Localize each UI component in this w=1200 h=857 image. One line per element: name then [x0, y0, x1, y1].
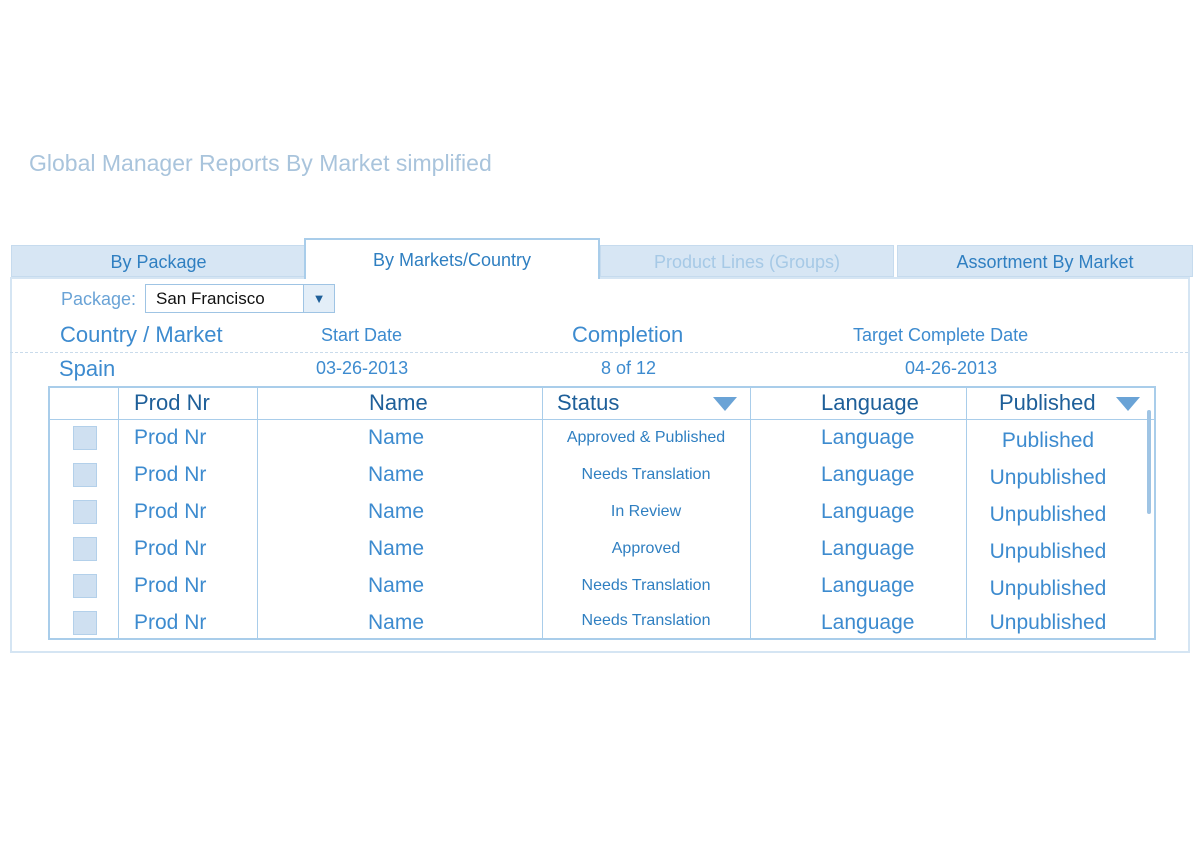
prod-nr-cell: Prod Nr	[134, 574, 207, 597]
column-header-status[interactable]: Status	[557, 390, 619, 416]
chevron-down-icon[interactable]: ▼	[303, 285, 334, 312]
column-header-name[interactable]: Name	[369, 390, 428, 416]
published-cell: Unpublished	[989, 540, 1107, 563]
table-row: Prod Nr Name Needs Translation Language …	[50, 462, 1154, 499]
tab-product-lines[interactable]: Product Lines (Groups)	[600, 245, 894, 277]
published-cell: Unpublished	[989, 611, 1107, 634]
products-table: Prod Nr Name Status Language Published P…	[48, 386, 1156, 640]
target-date-value: 04-26-2013	[905, 358, 998, 378]
prod-nr-cell: Prod Nr	[134, 426, 207, 449]
column-header-language[interactable]: Language	[821, 390, 919, 416]
tab-assortment-by-market[interactable]: Assortment By Market	[897, 245, 1193, 277]
row-checkbox[interactable]	[73, 611, 97, 635]
published-cell: Published	[1001, 429, 1095, 452]
completion-header: Completion	[572, 322, 684, 347]
published-cell: Unpublished	[989, 503, 1107, 526]
status-filter-icon[interactable]	[713, 397, 737, 411]
language-cell: Language	[821, 611, 915, 634]
table-row: Prod Nr Name In Review Language Unpublis…	[50, 499, 1154, 536]
country-market-header: Country / Market	[60, 322, 223, 347]
status-cell: In Review	[610, 503, 682, 520]
status-cell: Needs Translation	[581, 612, 711, 629]
name-cell: Name	[368, 463, 425, 486]
status-cell: Needs Translation	[581, 577, 711, 594]
row-checkbox[interactable]	[73, 500, 97, 524]
language-cell: Language	[821, 537, 915, 560]
published-filter-icon[interactable]	[1116, 397, 1140, 411]
status-cell: Approved & Published	[566, 429, 726, 446]
package-label: Package:	[61, 289, 137, 309]
country-value: Spain	[59, 356, 116, 381]
row-checkbox[interactable]	[73, 426, 97, 450]
tab-by-markets-country[interactable]: By Markets/Country	[304, 238, 600, 279]
prod-nr-cell: Prod Nr	[134, 463, 207, 486]
name-cell: Name	[368, 500, 425, 523]
language-cell: Language	[821, 574, 915, 597]
published-cell: Unpublished	[989, 577, 1107, 600]
row-checkbox[interactable]	[73, 463, 97, 487]
table-row: Prod Nr Name Approved Language Unpublish…	[50, 536, 1154, 573]
language-cell: Language	[821, 500, 915, 523]
target-date-header: Target Complete Date	[853, 325, 1029, 345]
name-cell: Name	[368, 611, 425, 634]
prod-nr-cell: Prod Nr	[134, 611, 207, 634]
header-divider	[50, 419, 1154, 420]
divider	[10, 352, 1188, 353]
prod-nr-cell: Prod Nr	[134, 537, 207, 560]
start-date-value: 03-26-2013	[316, 358, 409, 378]
package-select[interactable]: San Francisco ▼	[145, 284, 335, 313]
name-cell: Name	[368, 426, 425, 449]
row-checkbox[interactable]	[73, 574, 97, 598]
table-row: Prod Nr Name Needs Translation Language …	[50, 610, 1154, 638]
name-cell: Name	[368, 574, 425, 597]
table-row: Prod Nr Name Needs Translation Language …	[50, 573, 1154, 610]
package-select-value: San Francisco	[156, 289, 265, 308]
status-cell: Needs Translation	[581, 466, 711, 483]
completion-value: 8 of 12	[601, 358, 657, 378]
page-title: Global Manager Reports By Market simplif…	[29, 150, 492, 176]
column-header-prod-nr[interactable]: Prod Nr	[134, 390, 210, 416]
published-cell: Unpublished	[989, 466, 1107, 489]
row-checkbox[interactable]	[73, 537, 97, 561]
prod-nr-cell: Prod Nr	[134, 500, 207, 523]
language-cell: Language	[821, 463, 915, 486]
tab-by-package[interactable]: By Package	[11, 245, 306, 277]
status-cell: Approved	[611, 540, 681, 557]
language-cell: Language	[821, 426, 915, 449]
name-cell: Name	[368, 537, 425, 560]
table-row: Prod Nr Name Approved & Published Langua…	[50, 425, 1154, 462]
start-date-header: Start Date	[321, 325, 403, 345]
column-header-published[interactable]: Published	[999, 390, 1096, 416]
table-scrollbar[interactable]	[1147, 410, 1151, 514]
